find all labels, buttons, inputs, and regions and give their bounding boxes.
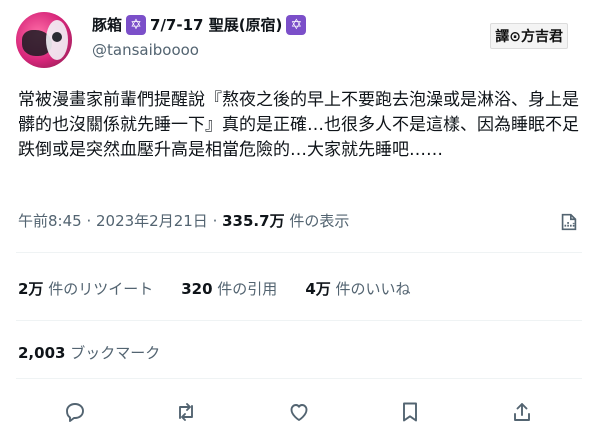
retweets-count: 2万: [18, 280, 44, 298]
bookmarks-count: 2,003: [18, 344, 66, 362]
star-of-david-icon: ✡: [286, 14, 307, 35]
divider: [16, 320, 582, 321]
retweet-icon[interactable]: [174, 400, 198, 424]
tweet-card: 豚箱 ✡ 7/7-17 聖展(原宿) ✡ @tansaiboooo 譯⊙方吉君 …: [0, 0, 598, 441]
action-bar: [0, 394, 598, 430]
likes-count: 4万: [305, 280, 331, 298]
divider: [16, 252, 582, 253]
likes-stat[interactable]: 4万 件のいいね: [305, 278, 410, 299]
reply-icon[interactable]: [63, 400, 87, 424]
quotes-label: 件の引用: [212, 280, 278, 298]
engagement-stats: 2万 件のリツイート 320 件の引用 4万 件のいいね: [18, 278, 411, 299]
views-count: 335.7万: [222, 212, 285, 230]
retweets-label: 件のリツイート: [43, 280, 154, 298]
bookmark-icon[interactable]: [398, 400, 422, 424]
meta-separator: ·: [207, 212, 223, 230]
star-of-david-icon: ✡: [126, 14, 147, 35]
tweet-meta: 午前8:45 · 2023年2月21日 · 335.7万 件の表示: [18, 210, 349, 231]
analytics-icon[interactable]: [558, 211, 580, 233]
quotes-count: 320: [181, 280, 213, 298]
like-icon[interactable]: [287, 400, 311, 424]
author-name-suffix[interactable]: 7/7-17 聖展(原宿): [150, 14, 282, 35]
likes-label: 件のいいね: [330, 280, 411, 298]
share-icon[interactable]: [510, 400, 534, 424]
bookmarks-label: ブックマーク: [65, 344, 161, 362]
avatar[interactable]: [16, 12, 72, 68]
quotes-stat[interactable]: 320 件の引用: [181, 278, 277, 299]
meta-separator: ·: [81, 212, 96, 230]
retweets-stat[interactable]: 2万 件のリツイート: [18, 278, 153, 299]
tweet-time[interactable]: 午前8:45: [18, 212, 82, 230]
tweet-date[interactable]: 2023年2月21日: [96, 212, 208, 230]
author-display-name[interactable]: 豚箱: [92, 14, 122, 35]
tweet-text: 常被漫畫家前輩們提醒說『熬夜之後的早上不要跑去泡澡或是淋浴、身上是髒的也沒關係就…: [18, 90, 579, 160]
author-name-row[interactable]: 豚箱 ✡ 7/7-17 聖展(原宿) ✡: [92, 14, 307, 35]
author-handle[interactable]: @tansaiboooo: [92, 41, 199, 59]
bookmarks-stat[interactable]: 2,003 ブックマーク: [18, 342, 160, 363]
translator-tag: 譯⊙方吉君: [490, 23, 568, 49]
divider: [16, 378, 582, 379]
views-label: 件の表示: [284, 212, 350, 230]
